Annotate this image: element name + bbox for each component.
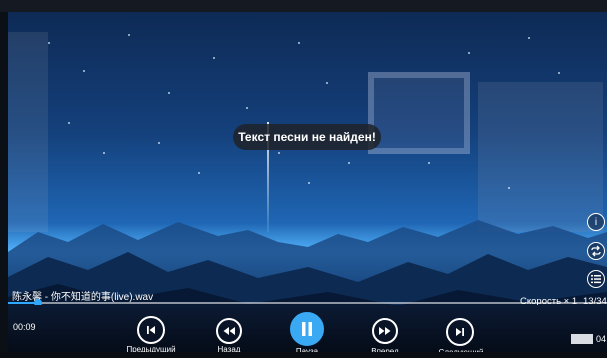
tv-bezel-top — [0, 0, 607, 12]
previous-button[interactable] — [137, 316, 165, 344]
star — [348, 162, 350, 164]
star — [558, 72, 560, 74]
repeat-icon — [591, 245, 601, 257]
star — [326, 82, 328, 84]
star — [468, 52, 470, 54]
toast-text: Текст песни не найден! — [238, 130, 376, 144]
progress-bar[interactable] — [8, 299, 607, 307]
rewind-button[interactable] — [216, 318, 242, 344]
rewind-icon — [223, 327, 235, 335]
star — [508, 187, 510, 189]
info-button[interactable]: i — [587, 213, 605, 231]
room-reflection-wall — [478, 82, 603, 232]
pause-icon — [302, 322, 312, 336]
track-title: 陈永馨 - 你不知道的事(live).wav — [12, 292, 154, 303]
skip-previous-icon — [147, 326, 155, 334]
current-time: 00:09 — [13, 322, 36, 332]
next-button[interactable] — [446, 318, 474, 346]
star — [246, 107, 248, 109]
star — [213, 57, 215, 59]
star — [278, 152, 280, 154]
star — [198, 172, 200, 174]
fast-forward-icon — [379, 327, 391, 335]
playlist-icon — [591, 275, 601, 284]
star — [83, 70, 85, 72]
skip-next-icon — [456, 328, 464, 336]
star — [128, 34, 130, 36]
info-icon: i — [594, 217, 598, 228]
star — [308, 182, 310, 184]
lyrics-not-found-toast: Текст песни не найден! — [233, 124, 381, 150]
total-time: 04 — [596, 334, 607, 344]
star — [158, 142, 160, 144]
tv-bezel-bottom — [0, 352, 607, 358]
repeat-button[interactable] — [587, 242, 605, 260]
star — [103, 152, 105, 154]
star — [528, 37, 530, 39]
star — [428, 162, 430, 164]
total-time-box — [571, 334, 593, 344]
star — [68, 122, 70, 124]
star — [298, 42, 300, 44]
room-reflection-window — [368, 72, 470, 154]
room-reflection-left — [8, 32, 48, 232]
forward-button[interactable] — [372, 318, 398, 344]
pause-button[interactable] — [290, 312, 324, 346]
playlist-button[interactable] — [587, 270, 605, 288]
star — [48, 42, 50, 44]
star — [168, 92, 170, 94]
